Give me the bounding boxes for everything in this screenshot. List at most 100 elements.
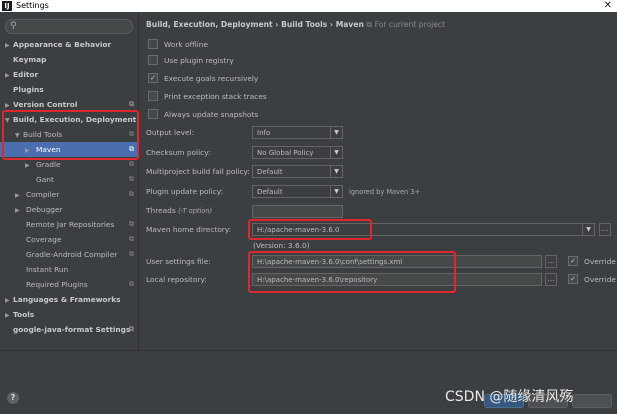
tree-item-coverage[interactable]: Coverage ⧉ xyxy=(0,232,138,247)
use-plugin-registry-checkbox[interactable] xyxy=(148,55,158,65)
tree-item-label: Keymap xyxy=(13,55,47,64)
window-title: Settings xyxy=(16,1,49,10)
output-level-label: Output level: xyxy=(146,128,195,137)
plugin-update-policy-label: Plugin update policy: xyxy=(146,187,224,196)
tree-item-required-plugins[interactable]: Required Plugins ⧉ xyxy=(0,277,138,292)
checkbox-group: Work offline Use plugin registry ✓ Execut… xyxy=(148,37,267,123)
user-settings-label: User settings file: xyxy=(146,257,211,266)
override-label: Override xyxy=(584,257,616,266)
chevron-down-icon: ▼ xyxy=(330,166,342,177)
local-repository-override-checkbox[interactable]: ✓ xyxy=(568,274,578,284)
chevron-down-icon: ▼ xyxy=(330,127,342,138)
breadcrumb-path: Build, Execution, Deployment › Build Too… xyxy=(146,20,364,29)
tree-item-label: Remote Jar Repositories xyxy=(26,220,115,229)
project-config-icon: ⧉ xyxy=(129,250,134,258)
tree-item-label: Editor xyxy=(13,70,39,79)
user-settings-override-checkbox[interactable]: ✓ xyxy=(568,256,578,266)
threads-label: Threads (-T option) xyxy=(146,204,212,218)
checkbox-label: Use plugin registry xyxy=(164,56,234,65)
project-config-icon: ⧉ xyxy=(129,220,134,228)
watermark: CSDN @随缘清风殇 xyxy=(445,389,574,405)
apply-button[interactable] xyxy=(572,394,612,408)
checksum-policy-dropdown[interactable]: No Global Policy ▼ xyxy=(252,146,343,159)
tree-item-gradle-android-compiler[interactable]: Gradle-Android Compiler ⧉ xyxy=(0,247,138,262)
breadcrumb: Build, Execution, Deployment › Build Too… xyxy=(146,20,445,30)
threads-hint: (-T option) xyxy=(178,207,213,215)
tree-item-label: Tools xyxy=(13,310,35,319)
chevron-down-icon: ▼ xyxy=(330,186,342,197)
print-stack-traces-option[interactable]: Print exception stack traces xyxy=(148,89,267,105)
tree-item-label: Required Plugins xyxy=(26,280,88,289)
override-label: Override xyxy=(584,275,616,284)
tree-item-compiler[interactable]: ▶ Compiler ⧉ xyxy=(0,187,138,202)
project-config-icon: ⧉ xyxy=(129,175,134,183)
work-offline-checkbox[interactable] xyxy=(148,39,158,49)
tree-item-languages-frameworks[interactable]: ▶ Languages & Frameworks xyxy=(0,292,138,307)
project-config-icon: ⧉ xyxy=(129,325,134,333)
use-plugin-registry-option[interactable]: Use plugin registry xyxy=(148,53,267,69)
scope-icon: ⧉ xyxy=(366,20,372,29)
window-title-bar: IJ Settings ✕ xyxy=(0,0,617,12)
plugin-update-policy-dropdown[interactable]: Default ▼ xyxy=(252,185,343,198)
maven-home-browse-button[interactable]: ... xyxy=(599,223,611,236)
fail-policy-dropdown[interactable]: Default ▼ xyxy=(252,165,343,178)
project-config-icon: ⧉ xyxy=(129,190,134,198)
tree-item-label: Instant Run xyxy=(26,265,69,274)
checksum-policy-label: Checksum policy: xyxy=(146,148,211,157)
highlight-box xyxy=(248,219,372,240)
output-level-dropdown[interactable]: Info ▼ xyxy=(252,126,343,139)
always-update-snapshots-option[interactable]: Always update snapshots xyxy=(148,107,267,123)
expand-arrow-icon[interactable]: ▶ xyxy=(5,308,13,323)
tree-item-label: Gant xyxy=(36,175,54,184)
close-icon[interactable]: ✕ xyxy=(604,0,612,12)
print-stack-traces-checkbox[interactable] xyxy=(148,91,158,101)
checkbox-label: Print exception stack traces xyxy=(164,92,267,101)
checkbox-label: Execute goals recursively xyxy=(164,74,259,83)
checksum-policy-value: No Global Policy xyxy=(257,149,314,157)
help-icon[interactable]: ? xyxy=(7,392,19,404)
tree-item-editor[interactable]: ▶ Editor xyxy=(0,67,138,82)
tree-item-gant[interactable]: Gant ⧉ xyxy=(0,172,138,187)
threads-input[interactable] xyxy=(252,205,343,218)
tree-item-label: Gradle xyxy=(36,160,61,169)
checkbox-label: Always update snapshots xyxy=(164,110,259,119)
app-icon: IJ xyxy=(2,1,12,11)
tree-item-label: Languages & Frameworks xyxy=(13,295,121,304)
tree-item-instant-run[interactable]: Instant Run xyxy=(0,262,138,277)
tree-item-label: Debugger xyxy=(26,205,63,214)
tree-item-remote-jar-repositories[interactable]: Remote Jar Repositories ⧉ xyxy=(0,217,138,232)
breadcrumb-scope: For current project xyxy=(374,20,446,29)
project-config-icon: ⧉ xyxy=(129,280,134,288)
fail-policy-value: Default xyxy=(257,168,283,176)
always-update-snapshots-checkbox[interactable] xyxy=(148,109,158,119)
expand-arrow-icon[interactable]: ▶ xyxy=(5,68,13,83)
tree-item-appearance-behavior[interactable]: ▶ Appearance & Behavior xyxy=(0,37,138,52)
execute-goals-recursively-checkbox[interactable]: ✓ xyxy=(148,73,158,83)
user-settings-override-option[interactable]: ✓ Override xyxy=(568,254,616,270)
tree-item-google-java-format[interactable]: google-java-format Settings ⧉ xyxy=(0,322,138,337)
tree-item-keymap[interactable]: Keymap xyxy=(0,52,138,67)
user-settings-browse-button[interactable]: ... xyxy=(545,255,557,268)
search-icon: ⚲ xyxy=(10,21,17,31)
plugin-update-policy-value: Default xyxy=(257,188,283,196)
tree-item-plugins[interactable]: Plugins xyxy=(0,82,138,97)
execute-goals-recursively-option[interactable]: ✓ Execute goals recursively xyxy=(148,71,267,87)
highlight-box xyxy=(248,251,456,293)
expand-arrow-icon[interactable]: ▶ xyxy=(5,38,13,53)
expand-arrow-icon[interactable]: ▶ xyxy=(15,203,23,218)
local-repository-label: Local repository: xyxy=(146,275,207,284)
fail-policy-label: Multiproject build fail policy: xyxy=(146,167,250,176)
expand-arrow-icon[interactable]: ▶ xyxy=(15,188,23,203)
tree-item-debugger[interactable]: ▶ Debugger xyxy=(0,202,138,217)
local-repository-override-option[interactable]: ✓ Override xyxy=(568,272,616,288)
expand-arrow-icon[interactable]: ▶ xyxy=(25,158,33,173)
tree-item-label: google-java-format Settings xyxy=(13,325,131,334)
settings-search-input[interactable]: ⚲ xyxy=(5,19,133,34)
expand-arrow-icon[interactable]: ▶ xyxy=(5,293,13,308)
local-repository-browse-button[interactable]: ... xyxy=(545,273,557,286)
work-offline-option[interactable]: Work offline xyxy=(148,37,267,53)
tree-item-tools[interactable]: ▶ Tools xyxy=(0,307,138,322)
tree-item-label: Plugins xyxy=(13,85,44,94)
plugin-update-note: ignored by Maven 3+ xyxy=(349,188,421,196)
tree-item-label: Compiler xyxy=(26,190,60,199)
